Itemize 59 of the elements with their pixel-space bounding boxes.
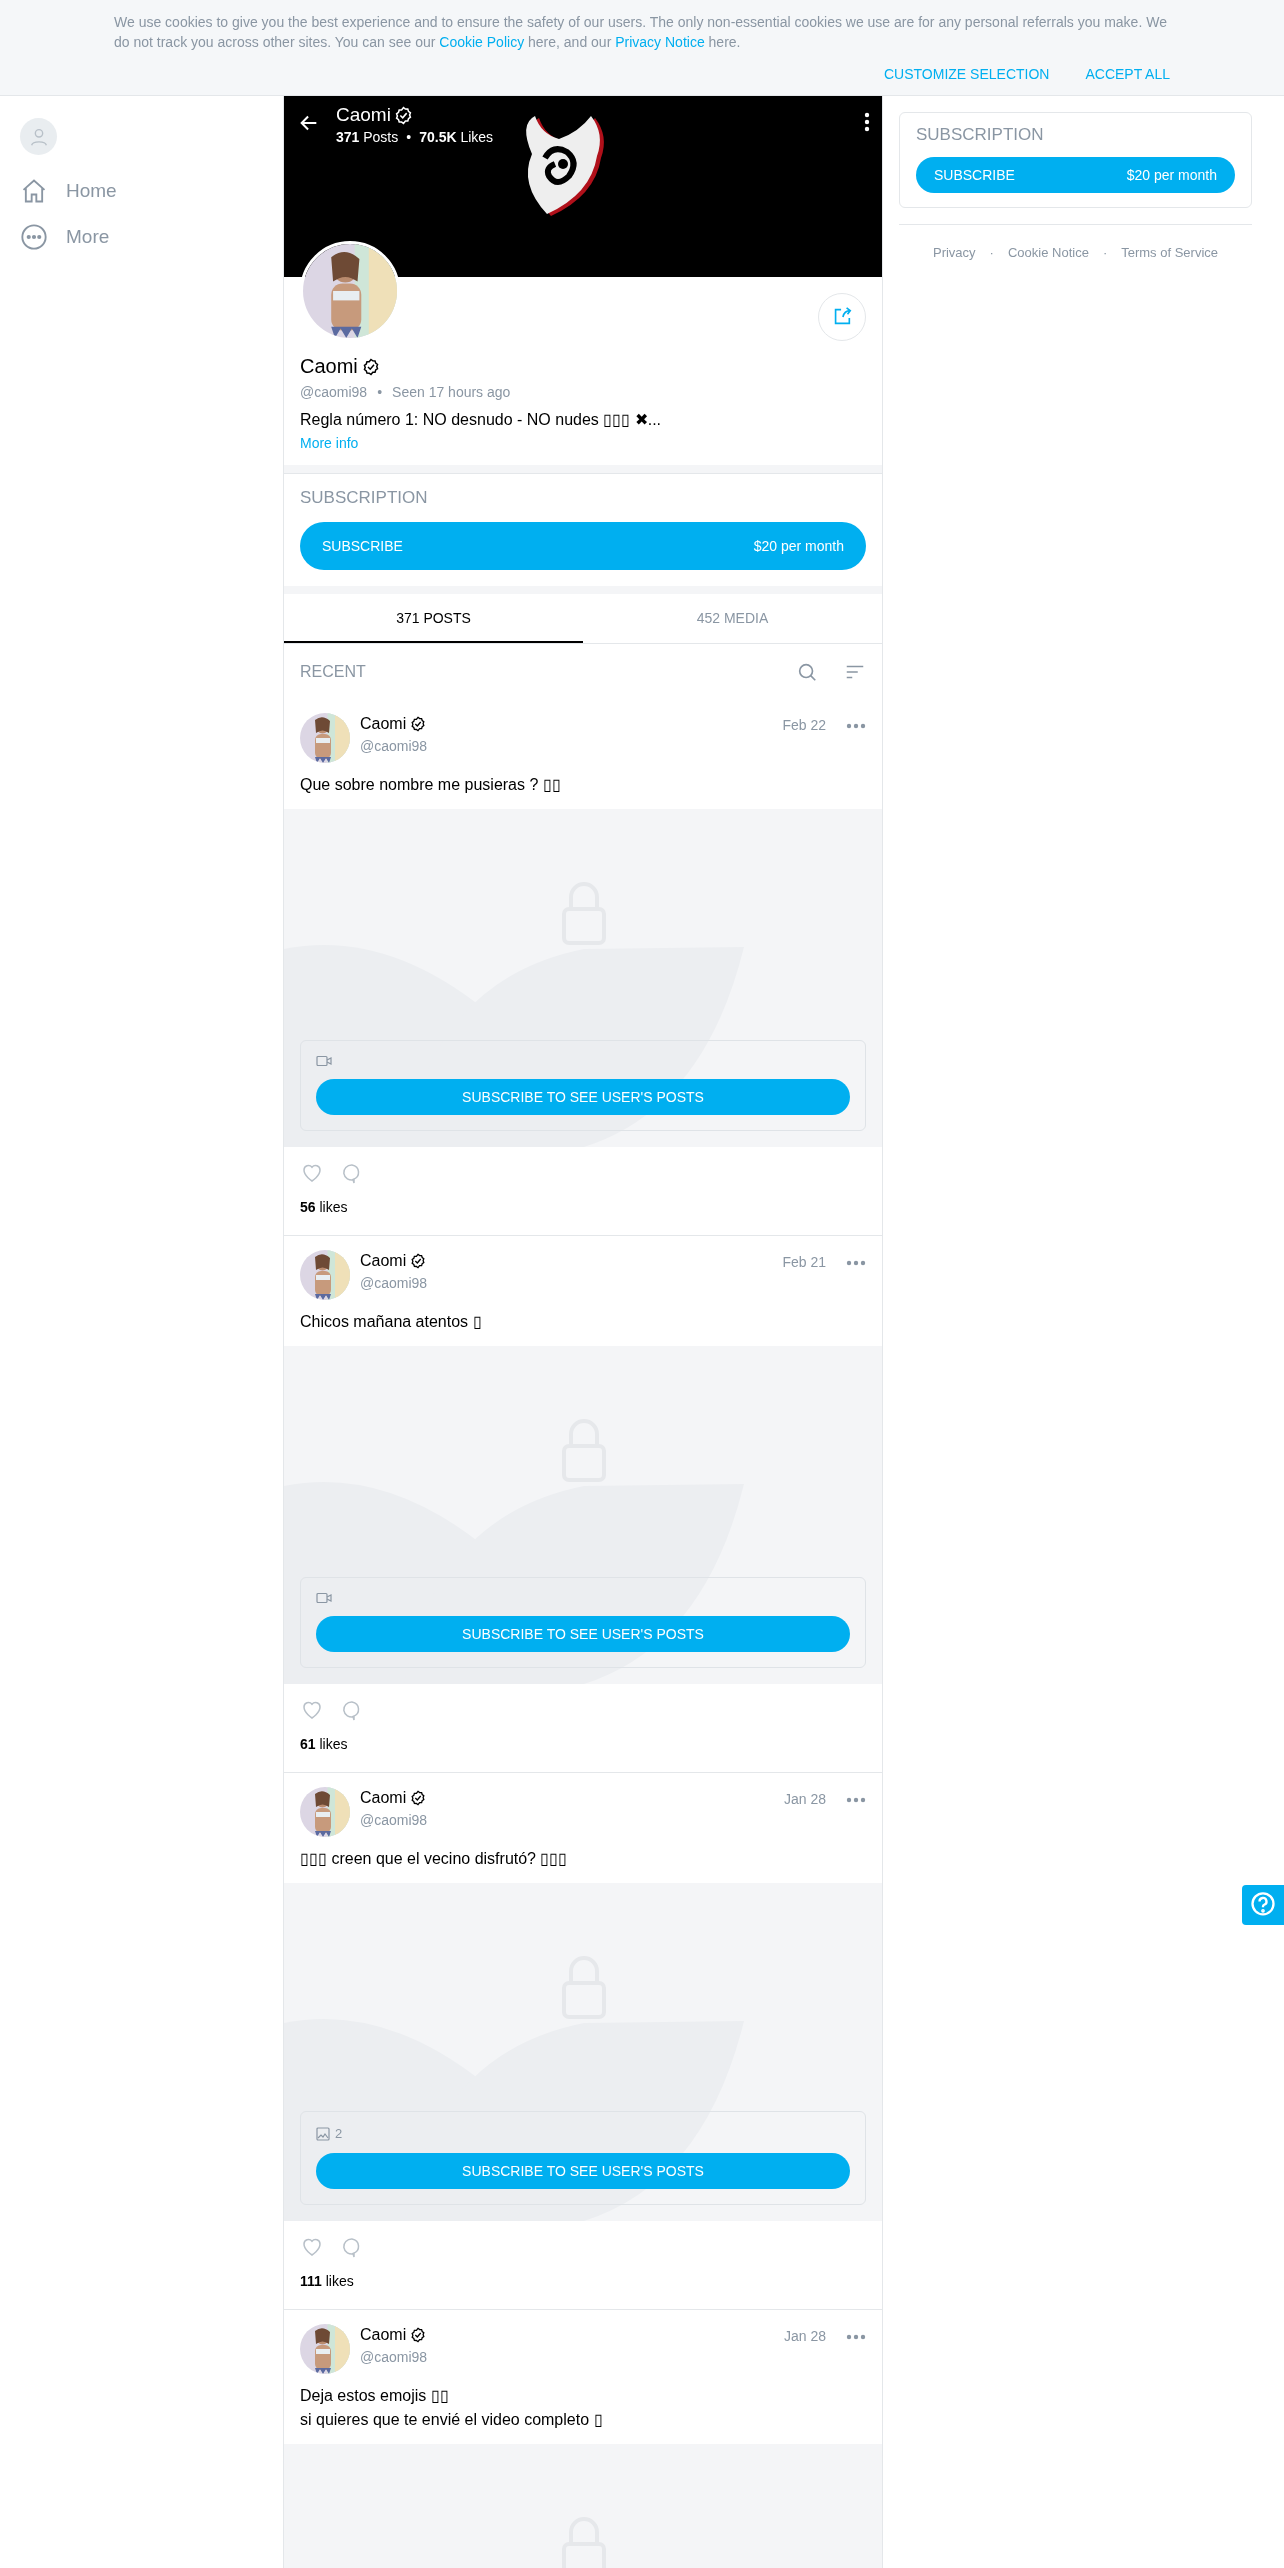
more-icon [20,223,48,251]
post-text: ▯▯▯ creen que el vecino disfrutó? ▯▯▯ [299,1849,569,1869]
footer-link[interactable]: Privacy [932,245,976,260]
more-info-link[interactable]: More info [300,435,359,451]
likes-count: 56 likes [300,1199,348,1215]
feed-label: RECENT [300,662,367,681]
author-name: Caomi [360,715,407,733]
sidebar-item[interactable]: Home [20,177,263,205]
likes-count: 111 likes [300,2273,354,2289]
cookie-notice-text: We use cookies to give you the best experience and to ensure the safety of our users. The only non-essential cookies we use are for any personal referrals you make. We do not track you across other sites. You can see our Cookie Policy here, and our Privacy Notice here. [114,13,1168,52]
author-name: Caomi [360,2326,407,2344]
home-icon [20,177,48,205]
subscription-title: SUBSCRIPTION [300,488,429,508]
footer-link[interactable]: Cookie Notice [1007,245,1089,260]
author-handle: @caomi98 [360,738,429,754]
author-handle: @caomi98 [360,1812,429,1828]
author-name: Caomi [360,1789,407,1807]
profile-bio: Regla número 1: NO desnudo - NO nudes ▯▯▯ ✖... [300,410,663,429]
profile-name: Caomi [300,355,358,378]
last-seen: Seen 17 hours ago [392,384,511,400]
post-text: Deja estos emojis ▯▯ si quieres que te envié el video completo ▯ [299,2386,604,2430]
media-count: 2 [335,2126,343,2141]
video-icon [316,1592,332,1604]
subscribe-to-see-button[interactable]: SUBSCRIBE TO SEE USER'S POSTS [316,1079,850,1115]
post-date: Jan 28 [783,2328,826,2344]
user-avatar-icon[interactable] [20,118,57,155]
sidebar-item[interactable]: More [20,223,263,251]
image-icon [316,2126,330,2141]
subscribe-button[interactable]: SUBSCRIBE $20 per month [300,522,866,570]
cookie-action-button[interactable]: CUSTOMIZE SELECTION [884,66,1050,82]
post-date: Feb 21 [782,1254,826,1270]
tab[interactable]: 452 MEDIA [583,594,882,643]
post-date: Feb 22 [782,717,826,733]
author-handle: @caomi98 [360,2349,429,2365]
share-button[interactable] [818,293,866,341]
author-name: Caomi [360,1252,407,1270]
footer-link[interactable]: Terms of Service [1121,245,1219,260]
more-options-icon[interactable] [846,1260,866,1266]
author-handle: @caomi98 [360,1275,429,1291]
more-options-icon[interactable] [846,1797,866,1803]
subscribe-button[interactable]: SUBSCRIBE $20 per month [916,157,1235,193]
post-text: Que sobre nombre me pusieras ? ▯▯ [299,775,562,795]
separator-dot: • [377,384,383,400]
subscription-title: SUBSCRIPTION [916,125,1045,145]
more-options-icon[interactable] [846,723,866,729]
post-text: Chicos mañana atentos ▯ [299,1312,483,1332]
profile-handle: @caomi98 [300,384,368,400]
separator-dot: · [1102,245,1108,260]
subscribe-to-see-button[interactable]: SUBSCRIBE TO SEE USER'S POSTS [316,2153,850,2189]
post-date: Jan 28 [783,1791,826,1807]
likes-count: 61 likes [300,1736,348,1752]
separator-dot: · [989,245,994,260]
more-options-icon[interactable] [846,2334,866,2340]
policy-link[interactable]: Privacy Notice [615,34,705,50]
video-icon [316,1055,332,1067]
cookie-action-button[interactable]: ACCEPT ALL [1085,66,1170,82]
help-button[interactable] [1242,1885,1284,1925]
policy-link[interactable]: Cookie Policy [439,34,525,50]
subscribe-to-see-button[interactable]: SUBSCRIBE TO SEE USER'S POSTS [316,1616,850,1652]
